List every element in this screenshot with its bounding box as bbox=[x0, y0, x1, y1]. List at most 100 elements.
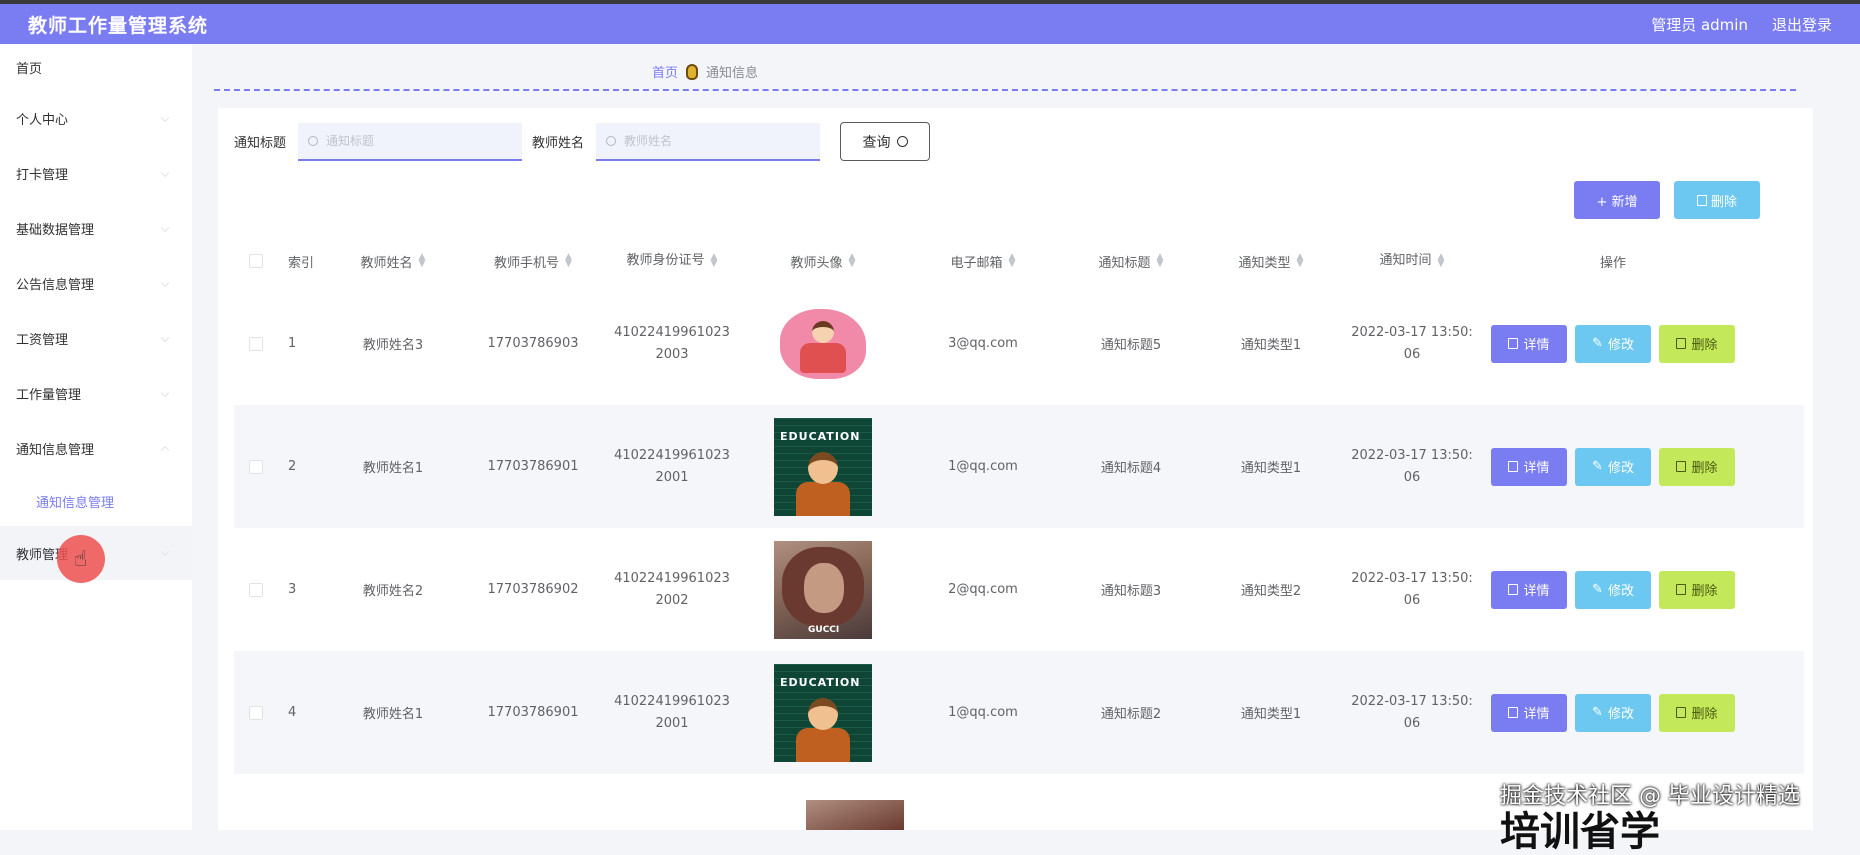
delete-button[interactable]: 删除 bbox=[1659, 324, 1735, 363]
sort-icon[interactable]: ▲ ▼ bbox=[419, 253, 426, 269]
avatar-image[interactable]: EDUCATION bbox=[774, 417, 872, 516]
table-header: 索引 教师姓名 ▲ ▼ 教师手机号 ▲ ▼ 教师身份证号 ▲ ▼ 教师头像 ▲ ▼ 电子邮箱 ▲ ▼… bbox=[234, 240, 1804, 282]
cell-index: 3 bbox=[288, 582, 297, 597]
cell-title: 通知标题2 bbox=[1100, 707, 1162, 722]
select-all-checkbox[interactable] bbox=[249, 254, 263, 268]
edit-button[interactable]: ✎ 修改 bbox=[1575, 447, 1651, 486]
header-avatar[interactable]: 教师头像 ▲ ▼ bbox=[742, 240, 904, 282]
sort-icon[interactable]: ▲ ▼ bbox=[1157, 253, 1164, 269]
trash-icon bbox=[1696, 194, 1707, 206]
cell-type: 通知类型1 bbox=[1240, 338, 1302, 353]
header-phone-label: 教师手机号 bbox=[494, 255, 560, 271]
header-title-label: 通知标题 bbox=[1098, 255, 1151, 271]
header-type[interactable]: 通知类型 ▲ ▼ bbox=[1200, 240, 1342, 282]
sort-icon[interactable]: ▲ ▼ bbox=[1438, 253, 1445, 269]
query-button[interactable]: 查询 bbox=[840, 122, 931, 161]
sidebar-item-workload[interactable]: 工作量管理 bbox=[0, 366, 192, 421]
sidebar-item-teacher[interactable]: 教师管理 ☝ bbox=[0, 526, 192, 583]
cell-name: 教师姓名1 bbox=[362, 461, 424, 476]
cell-avatar: GUCCI bbox=[742, 528, 904, 651]
sidebar-item-label: 个人中心 bbox=[16, 113, 69, 128]
header-title[interactable]: 通知标题 ▲ ▼ bbox=[1062, 240, 1200, 282]
row-checkbox[interactable] bbox=[249, 336, 263, 351]
row-checkbox[interactable] bbox=[249, 705, 263, 720]
edit-button[interactable]: ✎ 修改 bbox=[1575, 693, 1651, 732]
chevron-down-icon bbox=[160, 113, 170, 122]
edit-label: 修改 bbox=[1607, 707, 1634, 722]
title-search-input[interactable]: 通知标题 bbox=[298, 122, 523, 161]
cell-index: 2 bbox=[288, 459, 297, 474]
detail-button[interactable]: 详情 bbox=[1491, 447, 1567, 486]
avatar-image[interactable] bbox=[774, 294, 872, 393]
document-icon bbox=[1508, 461, 1519, 472]
title-search-placeholder: 通知标题 bbox=[326, 134, 375, 148]
cell-index: 4 bbox=[288, 705, 297, 720]
edit-button[interactable]: ✎ 修改 bbox=[1575, 570, 1651, 609]
delete-button[interactable]: 删除 bbox=[1659, 693, 1735, 732]
idcard-line: 2001 bbox=[655, 469, 689, 485]
chevron-down-icon bbox=[160, 278, 170, 287]
sort-icon[interactable]: ▲ ▼ bbox=[849, 253, 856, 269]
sort-icon[interactable]: ▲ ▼ bbox=[1297, 253, 1304, 269]
cell-name: 教师姓名2 bbox=[362, 584, 424, 599]
trash-icon bbox=[1676, 338, 1687, 349]
teacher-search-input[interactable]: 教师姓名 bbox=[596, 122, 821, 161]
add-button[interactable]: + 新增 bbox=[1574, 181, 1660, 219]
search-icon bbox=[606, 135, 617, 146]
sidebar-subitem-notice-management[interactable]: 通知信息管理 bbox=[0, 476, 192, 526]
chevron-down-icon bbox=[160, 333, 170, 342]
detail-label: 详情 bbox=[1523, 707, 1550, 722]
sidebar-item-personal-center[interactable]: 个人中心 bbox=[0, 91, 192, 146]
avatar-image[interactable]: EDUCATION bbox=[774, 663, 872, 762]
detail-button[interactable]: 详情 bbox=[1491, 324, 1567, 363]
cell-phone: 17703786902 bbox=[487, 582, 579, 597]
sidebar-item-announcement[interactable]: 公告信息管理 bbox=[0, 256, 192, 311]
row-checkbox[interactable] bbox=[249, 459, 263, 474]
sidebar-item-home[interactable]: 首页 bbox=[0, 44, 192, 91]
logout-link[interactable]: 退出登录 bbox=[1772, 14, 1832, 35]
edit-label: 修改 bbox=[1607, 461, 1634, 476]
title-search-label: 通知标题 bbox=[234, 136, 287, 151]
cell-email: 2@qq.com bbox=[948, 582, 1018, 597]
header-idcard[interactable]: 教师身份证号 ▲ ▼ bbox=[602, 240, 742, 282]
sidebar-item-checkin[interactable]: 打卡管理 bbox=[0, 146, 192, 201]
edit-button[interactable]: ✎ 修改 bbox=[1575, 324, 1651, 363]
pencil-icon: ✎ bbox=[1592, 582, 1603, 597]
sort-icon[interactable]: ▲ ▼ bbox=[1009, 253, 1016, 269]
cell-avatar: EDUCATION bbox=[742, 651, 904, 774]
sidebar-item-notice[interactable]: 通知信息管理 bbox=[0, 421, 192, 476]
cell-name: 教师姓名3 bbox=[362, 338, 424, 353]
trash-icon bbox=[1676, 461, 1687, 472]
delete-label: 删除 bbox=[1691, 461, 1718, 476]
sidebar-item-salary[interactable]: 工资管理 bbox=[0, 311, 192, 366]
delete-button[interactable]: 删除 bbox=[1659, 447, 1735, 486]
avatar-image[interactable]: GUCCI bbox=[774, 540, 872, 639]
hand-cursor-icon: ☝ bbox=[74, 547, 88, 572]
search-form: 通知标题 通知标题 教师姓名 教师姓名 查询 bbox=[234, 122, 931, 161]
chevron-up-icon bbox=[160, 445, 170, 454]
time-line: 2022-03-17 13:50: bbox=[1351, 570, 1473, 586]
header-name[interactable]: 教师姓名 ▲ ▼ bbox=[322, 240, 464, 282]
detail-button[interactable]: 详情 bbox=[1491, 570, 1567, 609]
delete-button[interactable]: 删除 bbox=[1659, 570, 1735, 609]
sort-icon[interactable]: ▲ ▼ bbox=[565, 253, 572, 269]
admin-user-label[interactable]: 管理员 admin bbox=[1651, 14, 1748, 35]
sidebar-item-basic-data[interactable]: 基础数据管理 bbox=[0, 201, 192, 256]
delete-label: 删除 bbox=[1691, 338, 1718, 353]
row-checkbox[interactable] bbox=[249, 582, 263, 597]
sidebar-item-label: 工作量管理 bbox=[16, 388, 82, 403]
batch-delete-button[interactable]: 删除 bbox=[1674, 181, 1760, 219]
header-time[interactable]: 通知时间 ▲ ▼ bbox=[1342, 240, 1482, 282]
cell-idcard: 41022419961023 2001 bbox=[602, 651, 742, 774]
pencil-icon: ✎ bbox=[1592, 459, 1603, 474]
detail-label: 详情 bbox=[1523, 461, 1550, 476]
breadcrumb-home[interactable]: 首页 bbox=[652, 62, 678, 81]
cell-name: 教师姓名1 bbox=[362, 707, 424, 722]
sort-icon[interactable]: ▲ ▼ bbox=[711, 253, 718, 269]
chevron-down-icon bbox=[160, 168, 170, 177]
detail-button[interactable]: 详情 bbox=[1491, 693, 1567, 732]
header-email[interactable]: 电子邮箱 ▲ ▼ bbox=[904, 240, 1062, 282]
header-phone[interactable]: 教师手机号 ▲ ▼ bbox=[464, 240, 602, 282]
cell-email: 1@qq.com bbox=[948, 459, 1018, 474]
time-line: 06 bbox=[1403, 592, 1421, 608]
